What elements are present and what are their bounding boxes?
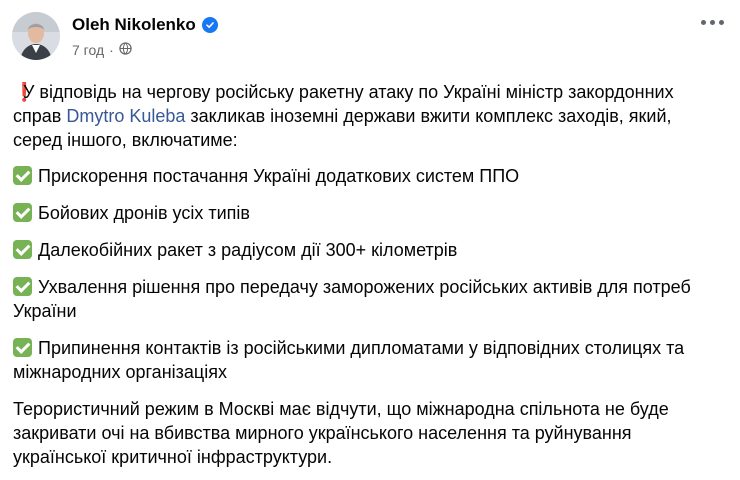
post-intro: ❗У відповідь на чергову російську ракетн…	[13, 80, 725, 152]
author-avatar[interactable]	[12, 12, 60, 60]
list-item-text: Прискорення постачання Україні додаткови…	[38, 166, 520, 186]
check-mark-button-icon	[13, 166, 32, 185]
list-item: Далекобійних ракет з радіусом дії 300+ к…	[13, 238, 725, 262]
list-item-text: Припинення контактів із російськими дипл…	[13, 338, 685, 382]
author-line: Oleh Nikolenko	[72, 15, 218, 35]
post-time[interactable]: 7 год	[72, 42, 104, 58]
list-item-text: Ухвалення рішення про передачу заморожен…	[13, 277, 691, 321]
post-closing: Терористичний режим в Москві має відчути…	[13, 399, 669, 467]
check-mark-button-icon	[13, 203, 32, 222]
list-item: Ухвалення рішення про передачу заморожен…	[13, 275, 725, 323]
exclamation-icon: ❗	[13, 82, 36, 102]
verified-badge-icon	[201, 17, 218, 33]
check-mark-button-icon	[13, 240, 32, 259]
list-item-text: Бойових дронів усіх типів	[38, 203, 250, 223]
list-item: Припинення контактів із російськими дипл…	[13, 336, 725, 384]
author-name[interactable]: Oleh Nikolenko	[72, 15, 196, 35]
list-item: Бойових дронів усіх типів	[13, 201, 725, 225]
facebook-post: Oleh Nikolenko 7 год · ❗У відповідь на ч…	[0, 0, 740, 480]
list-item-text: Далекобійних ракет з радіусом дії 300+ к…	[38, 240, 458, 260]
post-meta: 7 год ·	[72, 42, 132, 58]
mention-link[interactable]: Dmytro Kuleba	[66, 106, 185, 126]
avatar-image	[12, 12, 60, 60]
check-mark-button-icon	[13, 277, 32, 296]
check-mark-button-icon	[13, 338, 32, 357]
globe-icon[interactable]	[119, 42, 132, 58]
more-options-icon[interactable]	[701, 20, 724, 25]
list-item: Прискорення постачання Україні додаткови…	[13, 164, 725, 188]
separator-dot: ·	[109, 42, 114, 58]
post-text: ❗У відповідь на чергову російську ракетн…	[13, 80, 725, 469]
